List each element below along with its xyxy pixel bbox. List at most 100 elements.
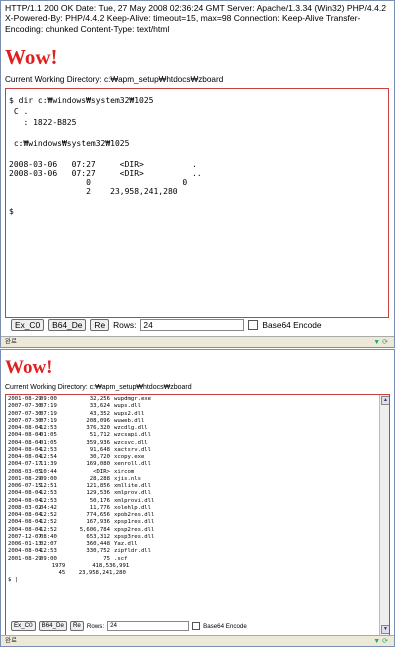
listing-row: 2004-08-0412:53 376,320 wzcdlg.dll: [8, 425, 154, 432]
page-title: Wow!: [5, 357, 53, 378]
listing-row: 2004-08-0412:53 129,536 xmlprov.dll: [8, 490, 154, 497]
rows-label: Rows:: [113, 320, 137, 330]
file-size: 32,256: [89, 396, 110, 402]
file-date: 2007-12-07: [8, 533, 42, 540]
file-size: 208,096: [86, 417, 110, 424]
summary-line: $ |: [8, 577, 19, 584]
file-time: 12:52: [40, 512, 57, 518]
file-name: xenroll.dll: [114, 461, 152, 468]
file-time: 12:54: [40, 454, 57, 460]
re-button[interactable]: Re: [69, 621, 84, 631]
status-text: 완료: [5, 338, 17, 345]
scroll-up-icon[interactable]: ▲: [381, 396, 389, 405]
terminal-output[interactable]: $ dir c:₩windows₩system32₩1025 C . : 182…: [5, 88, 389, 318]
listing-row: 2008-03-0204:42 11,776 xolehlp.dll: [8, 505, 154, 512]
file-date: 2004-08-04: [8, 454, 42, 460]
rows-label: Rows:: [86, 622, 105, 630]
file-date: 2004-08-04: [8, 446, 42, 453]
terminal-line: 0 0: [9, 178, 188, 187]
file-size: 360,448: [86, 541, 110, 547]
re-button[interactable]: Re: [90, 319, 110, 331]
file-time: 09:00: [40, 396, 57, 402]
file-date: 2008-03-05: [8, 468, 42, 475]
file-size: 359,936: [86, 439, 110, 446]
file-time: 10:44: [40, 468, 57, 475]
file-size: 774,656: [86, 512, 110, 518]
terminal-line: $ dir c:₩windows₩system32₩1025: [9, 96, 154, 105]
file-date: 2004-08-04: [8, 519, 42, 526]
listing-row: 2007-07-3007:19 33,624 wups.dll: [8, 403, 154, 410]
listing-row: 2007-07-3007:19 208,096 wuweb.dll: [8, 418, 154, 425]
listing-row: 2004-08-0412:53 330,752 zipfldr.dll: [8, 548, 154, 555]
file-size: 330,752: [86, 548, 110, 555]
b64-de-button[interactable]: B64_De: [38, 621, 67, 631]
status-icons: ▼ ⟳: [373, 339, 388, 346]
file-size: 653,312: [86, 533, 110, 540]
rows-input[interactable]: 24: [107, 621, 190, 631]
file-size: 91,648: [89, 446, 110, 453]
listing-row: 2006-07-1512:51 121,856 xmllite.dll: [8, 483, 154, 490]
file-size: 11,776: [89, 504, 110, 511]
file-name: .scf: [114, 555, 128, 562]
listing-row: 2004-08-0401:05 359,936 wzcsvc.dll: [8, 440, 154, 447]
file-time: 07:19: [40, 403, 57, 410]
terminal-output[interactable]: 2001-08-2909:00 32,256 wupdmgr.exe 2007-07-…: [5, 394, 390, 636]
ex-c0-button[interactable]: Ex_C0: [11, 319, 45, 331]
file-date: 2001-08-29: [8, 555, 42, 562]
page-title: Wow!: [5, 45, 58, 69]
file-size: 28,288: [89, 475, 110, 482]
file-date: 2004-08-04: [8, 425, 42, 431]
command-toolbar: Ex_C0 B64_De Re Rows: 24 Base64 Encode: [11, 319, 322, 331]
listing-row: 2004-08-0412:52 774,656 xpob2res.dll: [8, 512, 154, 519]
base64-encode-label: Base64 Encode: [262, 320, 322, 330]
file-date: 2001-08-29: [8, 396, 42, 402]
file-size: <DIR>: [93, 468, 110, 475]
file-name: xpsp3res.dll: [114, 533, 155, 540]
file-name: wups2.dll: [114, 410, 145, 417]
listing-row: 2001-08-2909:00 75 .scf: [8, 556, 154, 563]
file-date: 2004-08-04: [8, 490, 42, 497]
ex-c0-button[interactable]: Ex_C0: [11, 621, 36, 631]
file-name: wuweb.dll: [114, 417, 145, 424]
base64-encode-label: Base64 Encode: [203, 622, 247, 630]
terminal-line: : 1822-B825: [9, 118, 77, 127]
file-time: 07:19: [40, 417, 57, 424]
file-date: 2004-07-17: [8, 461, 42, 468]
file-name: xcopy.exe: [114, 454, 145, 460]
file-size: 50,176: [89, 497, 110, 504]
file-name: xpsp2res.dll: [114, 526, 155, 533]
file-date: 2004-08-04: [8, 439, 42, 446]
rows-input[interactable]: 24: [140, 319, 245, 331]
terminal-line: 2008-03-06 07:27 <DIR> ..: [9, 169, 202, 178]
listing-row: 2004-08-0412:54 30,720 xcopy.exe: [8, 454, 154, 461]
file-date: 2008-03-02: [8, 504, 42, 511]
file-date: 2006-07-15: [8, 483, 42, 489]
directory-listing: 2001-08-2909:00 32,256 wupdmgr.exe 2007-07-…: [8, 396, 154, 585]
file-date: 2004-08-04: [8, 526, 42, 533]
b64-de-button[interactable]: B64_De: [48, 319, 87, 331]
base64-encode-checkbox[interactable]: [248, 320, 259, 330]
listing-row: 2008-03-0510:44 <DIR> xircom: [8, 469, 154, 476]
current-working-directory: Current Working Directory: c:₩apm_setup₩…: [5, 384, 192, 391]
file-name: xpob2res.dll: [114, 512, 155, 518]
file-size: 121,856: [86, 483, 110, 489]
http-headers: HTTP/1.1 200 OK Date: Tue, 27 May 2008 0…: [5, 3, 387, 34]
scroll-down-icon[interactable]: ▼: [381, 625, 389, 634]
base64-encode-checkbox[interactable]: [192, 622, 201, 630]
file-size: 129,536: [86, 490, 110, 497]
file-time: 12:53: [40, 446, 57, 453]
terminal-line: C .: [9, 107, 29, 116]
file-time: 12:51: [40, 483, 57, 489]
file-name: wupdmgr.exe: [114, 396, 152, 402]
listing-row: 2007-12-0708:40 653,312 xpsp3res.dll: [8, 534, 154, 541]
listing-row: 2007-07-3007:19 43,352 wups2.dll: [8, 411, 154, 418]
file-time: 12:53: [40, 548, 57, 555]
file-name: xactsrv.dll: [114, 446, 152, 453]
file-name: xmlprov.dll: [114, 490, 152, 497]
file-date: 2001-08-29: [8, 475, 42, 482]
status-text: 완료: [5, 637, 17, 644]
vertical-scrollbar[interactable]: ▲ ▼: [379, 395, 389, 635]
file-size: 5,606,784: [79, 526, 110, 533]
file-time: 12:53: [40, 490, 57, 497]
listing-row: 2004-07-1711:39 169,080 xenroll.dll: [8, 461, 154, 468]
